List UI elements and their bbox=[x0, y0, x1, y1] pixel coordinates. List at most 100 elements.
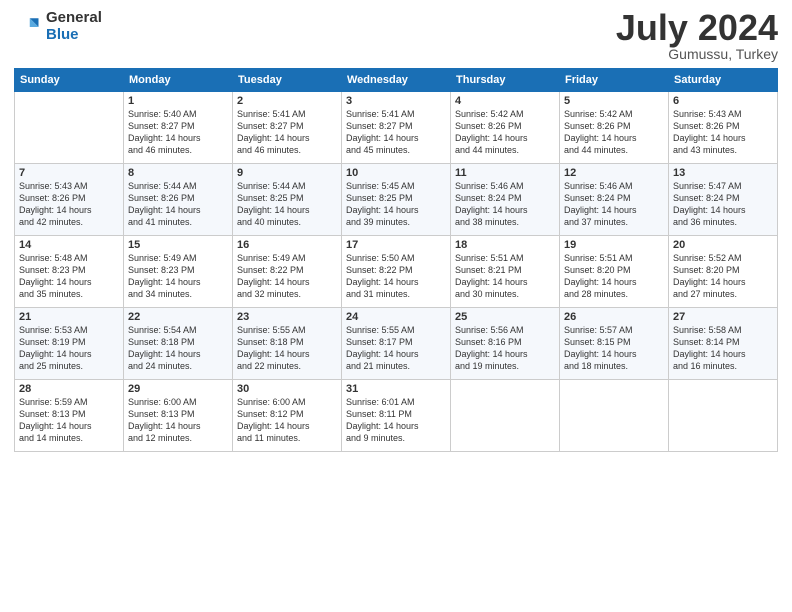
day-number: 15 bbox=[128, 239, 228, 251]
day-number: 25 bbox=[455, 311, 555, 323]
header-row: SundayMondayTuesdayWednesdayThursdayFrid… bbox=[15, 69, 778, 92]
day-cell: 5Sunrise: 5:42 AMSunset: 8:26 PMDaylight… bbox=[560, 92, 669, 164]
day-cell: 8Sunrise: 5:44 AMSunset: 8:26 PMDaylight… bbox=[124, 164, 233, 236]
day-info: Sunrise: 5:42 AMSunset: 8:26 PMDaylight:… bbox=[564, 108, 664, 157]
header-cell-tuesday: Tuesday bbox=[233, 69, 342, 92]
day-info: Sunrise: 6:00 AMSunset: 8:12 PMDaylight:… bbox=[237, 396, 337, 445]
day-cell: 9Sunrise: 5:44 AMSunset: 8:25 PMDaylight… bbox=[233, 164, 342, 236]
day-info: Sunrise: 5:44 AMSunset: 8:26 PMDaylight:… bbox=[128, 180, 228, 229]
week-row-3: 14Sunrise: 5:48 AMSunset: 8:23 PMDayligh… bbox=[15, 236, 778, 308]
day-number: 21 bbox=[19, 311, 119, 323]
day-number: 5 bbox=[564, 95, 664, 107]
day-info: Sunrise: 5:54 AMSunset: 8:18 PMDaylight:… bbox=[128, 324, 228, 373]
day-number: 2 bbox=[237, 95, 337, 107]
day-info: Sunrise: 5:51 AMSunset: 8:21 PMDaylight:… bbox=[455, 252, 555, 301]
day-cell: 19Sunrise: 5:51 AMSunset: 8:20 PMDayligh… bbox=[560, 236, 669, 308]
calendar-body: 1Sunrise: 5:40 AMSunset: 8:27 PMDaylight… bbox=[15, 92, 778, 452]
day-info: Sunrise: 5:42 AMSunset: 8:26 PMDaylight:… bbox=[455, 108, 555, 157]
week-row-4: 21Sunrise: 5:53 AMSunset: 8:19 PMDayligh… bbox=[15, 308, 778, 380]
day-number: 4 bbox=[455, 95, 555, 107]
day-number: 16 bbox=[237, 239, 337, 251]
day-number: 30 bbox=[237, 383, 337, 395]
day-cell: 28Sunrise: 5:59 AMSunset: 8:13 PMDayligh… bbox=[15, 380, 124, 452]
day-cell: 16Sunrise: 5:49 AMSunset: 8:22 PMDayligh… bbox=[233, 236, 342, 308]
day-cell: 27Sunrise: 5:58 AMSunset: 8:14 PMDayligh… bbox=[669, 308, 778, 380]
day-cell: 24Sunrise: 5:55 AMSunset: 8:17 PMDayligh… bbox=[342, 308, 451, 380]
title-block: July 2024 Gumussu, Turkey bbox=[616, 10, 778, 62]
header-cell-monday: Monday bbox=[124, 69, 233, 92]
day-number: 6 bbox=[673, 95, 773, 107]
day-number: 19 bbox=[564, 239, 664, 251]
day-info: Sunrise: 5:51 AMSunset: 8:20 PMDaylight:… bbox=[564, 252, 664, 301]
day-info: Sunrise: 5:44 AMSunset: 8:25 PMDaylight:… bbox=[237, 180, 337, 229]
day-info: Sunrise: 5:50 AMSunset: 8:22 PMDaylight:… bbox=[346, 252, 446, 301]
day-info: Sunrise: 5:57 AMSunset: 8:15 PMDaylight:… bbox=[564, 324, 664, 373]
day-cell: 17Sunrise: 5:50 AMSunset: 8:22 PMDayligh… bbox=[342, 236, 451, 308]
day-cell: 14Sunrise: 5:48 AMSunset: 8:23 PMDayligh… bbox=[15, 236, 124, 308]
day-cell: 15Sunrise: 5:49 AMSunset: 8:23 PMDayligh… bbox=[124, 236, 233, 308]
day-cell: 13Sunrise: 5:47 AMSunset: 8:24 PMDayligh… bbox=[669, 164, 778, 236]
day-info: Sunrise: 5:40 AMSunset: 8:27 PMDaylight:… bbox=[128, 108, 228, 157]
day-number: 27 bbox=[673, 311, 773, 323]
week-row-2: 7Sunrise: 5:43 AMSunset: 8:26 PMDaylight… bbox=[15, 164, 778, 236]
day-number: 13 bbox=[673, 167, 773, 179]
logo-blue: Blue bbox=[46, 27, 102, 44]
day-cell: 29Sunrise: 6:00 AMSunset: 8:13 PMDayligh… bbox=[124, 380, 233, 452]
day-info: Sunrise: 5:43 AMSunset: 8:26 PMDaylight:… bbox=[19, 180, 119, 229]
logo-general: General bbox=[46, 10, 102, 27]
day-info: Sunrise: 5:55 AMSunset: 8:18 PMDaylight:… bbox=[237, 324, 337, 373]
header-cell-wednesday: Wednesday bbox=[342, 69, 451, 92]
calendar-page: General Blue July 2024 Gumussu, Turkey S… bbox=[0, 0, 792, 612]
header-cell-saturday: Saturday bbox=[669, 69, 778, 92]
day-info: Sunrise: 5:41 AMSunset: 8:27 PMDaylight:… bbox=[346, 108, 446, 157]
day-cell: 18Sunrise: 5:51 AMSunset: 8:21 PMDayligh… bbox=[451, 236, 560, 308]
day-info: Sunrise: 5:53 AMSunset: 8:19 PMDaylight:… bbox=[19, 324, 119, 373]
day-number: 1 bbox=[128, 95, 228, 107]
day-info: Sunrise: 5:55 AMSunset: 8:17 PMDaylight:… bbox=[346, 324, 446, 373]
day-number: 22 bbox=[128, 311, 228, 323]
day-cell: 26Sunrise: 5:57 AMSunset: 8:15 PMDayligh… bbox=[560, 308, 669, 380]
day-info: Sunrise: 6:00 AMSunset: 8:13 PMDaylight:… bbox=[128, 396, 228, 445]
day-number: 11 bbox=[455, 167, 555, 179]
title-location: Gumussu, Turkey bbox=[616, 46, 778, 62]
week-row-5: 28Sunrise: 5:59 AMSunset: 8:13 PMDayligh… bbox=[15, 380, 778, 452]
day-cell bbox=[451, 380, 560, 452]
header-cell-sunday: Sunday bbox=[15, 69, 124, 92]
header-cell-thursday: Thursday bbox=[451, 69, 560, 92]
day-info: Sunrise: 5:58 AMSunset: 8:14 PMDaylight:… bbox=[673, 324, 773, 373]
day-cell: 30Sunrise: 6:00 AMSunset: 8:12 PMDayligh… bbox=[233, 380, 342, 452]
day-number: 3 bbox=[346, 95, 446, 107]
day-info: Sunrise: 6:01 AMSunset: 8:11 PMDaylight:… bbox=[346, 396, 446, 445]
day-number: 31 bbox=[346, 383, 446, 395]
day-info: Sunrise: 5:59 AMSunset: 8:13 PMDaylight:… bbox=[19, 396, 119, 445]
day-cell bbox=[669, 380, 778, 452]
day-number: 12 bbox=[564, 167, 664, 179]
day-cell: 4Sunrise: 5:42 AMSunset: 8:26 PMDaylight… bbox=[451, 92, 560, 164]
day-cell bbox=[15, 92, 124, 164]
day-number: 28 bbox=[19, 383, 119, 395]
day-info: Sunrise: 5:52 AMSunset: 8:20 PMDaylight:… bbox=[673, 252, 773, 301]
day-info: Sunrise: 5:46 AMSunset: 8:24 PMDaylight:… bbox=[564, 180, 664, 229]
logo: General Blue bbox=[14, 10, 102, 43]
day-info: Sunrise: 5:56 AMSunset: 8:16 PMDaylight:… bbox=[455, 324, 555, 373]
day-info: Sunrise: 5:41 AMSunset: 8:27 PMDaylight:… bbox=[237, 108, 337, 157]
logo-icon bbox=[14, 13, 42, 41]
day-number: 10 bbox=[346, 167, 446, 179]
title-month: July 2024 bbox=[616, 10, 778, 46]
day-cell bbox=[560, 380, 669, 452]
calendar-table: SundayMondayTuesdayWednesdayThursdayFrid… bbox=[14, 68, 778, 452]
day-info: Sunrise: 5:45 AMSunset: 8:25 PMDaylight:… bbox=[346, 180, 446, 229]
day-number: 17 bbox=[346, 239, 446, 251]
day-number: 20 bbox=[673, 239, 773, 251]
week-row-1: 1Sunrise: 5:40 AMSunset: 8:27 PMDaylight… bbox=[15, 92, 778, 164]
day-cell: 12Sunrise: 5:46 AMSunset: 8:24 PMDayligh… bbox=[560, 164, 669, 236]
day-cell: 6Sunrise: 5:43 AMSunset: 8:26 PMDaylight… bbox=[669, 92, 778, 164]
day-info: Sunrise: 5:46 AMSunset: 8:24 PMDaylight:… bbox=[455, 180, 555, 229]
day-number: 29 bbox=[128, 383, 228, 395]
day-info: Sunrise: 5:47 AMSunset: 8:24 PMDaylight:… bbox=[673, 180, 773, 229]
day-cell: 3Sunrise: 5:41 AMSunset: 8:27 PMDaylight… bbox=[342, 92, 451, 164]
day-number: 24 bbox=[346, 311, 446, 323]
day-number: 9 bbox=[237, 167, 337, 179]
day-cell: 20Sunrise: 5:52 AMSunset: 8:20 PMDayligh… bbox=[669, 236, 778, 308]
day-cell: 22Sunrise: 5:54 AMSunset: 8:18 PMDayligh… bbox=[124, 308, 233, 380]
